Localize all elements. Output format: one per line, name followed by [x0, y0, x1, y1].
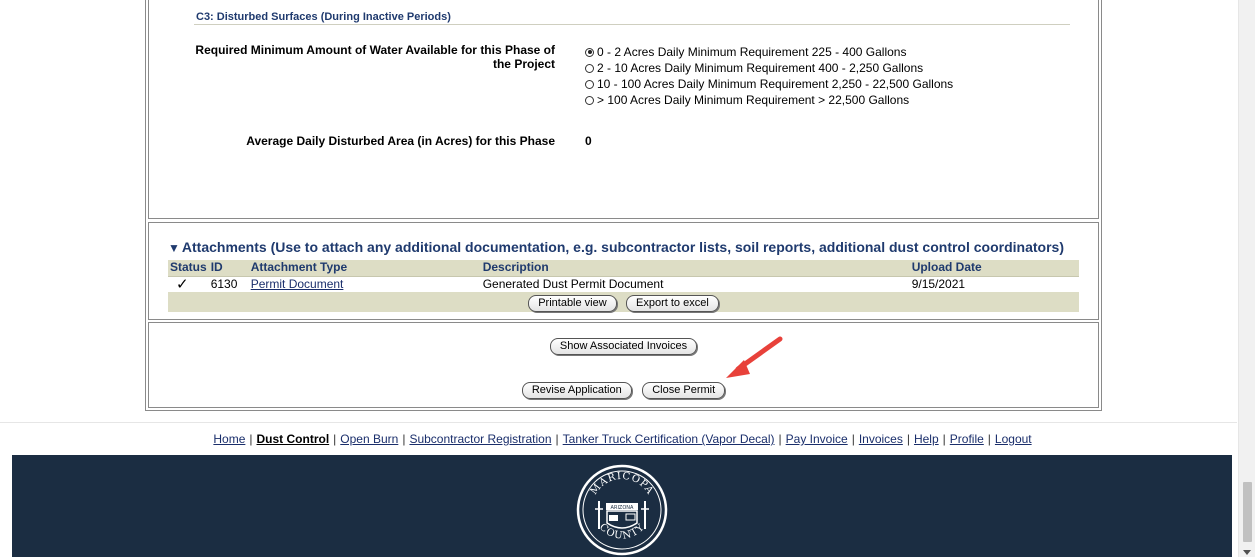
svg-text:ARIZONA: ARIZONA: [611, 505, 634, 511]
footer-link-pay-invoice[interactable]: Pay Invoice: [786, 432, 848, 446]
radio-unselected-icon[interactable]: [585, 95, 594, 105]
nav-separator: |: [778, 432, 782, 446]
column-header-attachment-type: Attachment Type: [248, 260, 481, 277]
actions-panel: Show Associated Invoices Revise Applicat…: [148, 322, 1099, 408]
permit-form-frame: C3: Disturbed Surfaces (During Inactive …: [145, 0, 1102, 411]
column-header-upload-date: Upload Date: [909, 260, 1079, 277]
footer-link-subcontractor-registration[interactable]: Subcontractor Registration: [409, 432, 551, 446]
export-to-excel-button[interactable]: Export to excel: [626, 294, 719, 312]
attachment-type-link[interactable]: Permit Document: [251, 277, 344, 291]
nav-separator: |: [333, 432, 337, 446]
footer-link-tanker-truck-certification[interactable]: Tanker Truck Certification (Vapor Decal): [563, 432, 775, 446]
footer-divider: [0, 422, 1237, 423]
attachment-id: 6130: [208, 276, 249, 292]
radio-unselected-icon[interactable]: [585, 79, 594, 89]
close-permit-button[interactable]: Close Permit: [642, 382, 726, 399]
water-option-0-2-acres[interactable]: 0 - 2 Acres Daily Minimum Requirement 22…: [585, 44, 953, 60]
invoice-button-row: Show Associated Invoices: [149, 336, 1098, 355]
footer-link-logout[interactable]: Logout: [995, 432, 1032, 446]
water-requirement-label-line2: the Project: [492, 57, 555, 71]
nav-separator: |: [249, 432, 253, 446]
footer-link-home[interactable]: Home: [213, 432, 245, 446]
water-requirement-radio-group: 0 - 2 Acres Daily Minimum Requirement 22…: [585, 44, 953, 108]
attachments-table: Status ID Attachment Type Description Up…: [168, 260, 1079, 312]
water-option-label: 2 - 10 Acres Daily Minimum Requirement 4…: [597, 61, 924, 75]
column-header-description: Description: [480, 260, 910, 277]
water-requirement-label: Required Minimum Amount of Water Availab…: [175, 43, 555, 71]
scroll-down-arrow-icon[interactable]: [1243, 550, 1251, 555]
printable-view-button[interactable]: Printable view: [528, 294, 617, 312]
attachments-heading[interactable]: ▼ Attachments (Use to attach any addition…: [168, 239, 1064, 255]
table-footer-cell: Printable view Export to excel: [168, 292, 1079, 312]
table-footer-row: Printable view Export to excel: [168, 292, 1079, 312]
table-row: ✓ 6130 Permit Document Generated Dust Pe…: [168, 276, 1079, 292]
section-divider: [194, 24, 1070, 25]
svg-text:COUNTY: COUNTY: [597, 522, 647, 542]
footer-nav: Home | Dust Control | Open Burn | Subcontracto…: [0, 432, 1245, 446]
radio-selected-icon[interactable]: [585, 47, 594, 57]
county-footer-banner: MARICOPA COUNTY ARIZONA: [12, 455, 1232, 557]
c3-section-panel: C3: Disturbed Surfaces (During Inactive …: [148, 0, 1099, 219]
revise-application-button[interactable]: Revise Application: [521, 382, 632, 399]
attachment-type-cell: Permit Document: [248, 276, 481, 292]
footer-link-invoices[interactable]: Invoices: [859, 432, 903, 446]
nav-separator: |: [942, 432, 946, 446]
footer-link-open-burn[interactable]: Open Burn: [340, 432, 398, 446]
water-option-10-100-acres[interactable]: 10 - 100 Acres Daily Minimum Requirement…: [585, 76, 953, 92]
attachments-panel: ▼ Attachments (Use to attach any addition…: [148, 222, 1099, 320]
table-header-row: Status ID Attachment Type Description Up…: [168, 260, 1079, 277]
maricopa-county-seal-icon: MARICOPA COUNTY ARIZONA: [576, 464, 668, 556]
footer-link-profile[interactable]: Profile: [950, 432, 984, 446]
column-header-status: Status: [168, 260, 209, 277]
show-associated-invoices-button[interactable]: Show Associated Invoices: [549, 338, 698, 355]
disturbed-area-value: 0: [585, 134, 592, 148]
status-checkmark-icon: ✓: [168, 276, 209, 292]
nav-separator: |: [906, 432, 910, 446]
footer-link-help[interactable]: Help: [914, 432, 939, 446]
water-option-label: 0 - 2 Acres Daily Minimum Requirement 22…: [597, 45, 907, 59]
disturbed-area-label: Average Daily Disturbed Area (in Acres) …: [246, 134, 555, 148]
vertical-scrollbar[interactable]: [1238, 0, 1255, 557]
nav-separator: |: [402, 432, 406, 446]
water-option-label: 10 - 100 Acres Daily Minimum Requirement…: [597, 77, 954, 91]
svg-text:MARICOPA: MARICOPA: [589, 471, 656, 497]
nav-separator: |: [987, 432, 991, 446]
nav-separator: |: [851, 432, 855, 446]
collapse-triangle-icon[interactable]: ▼: [168, 241, 180, 255]
section-title: C3: Disturbed Surfaces (During Inactive …: [196, 11, 451, 23]
permit-action-button-row: Revise Application Close Permit: [149, 380, 1098, 399]
water-option-over-100-acres[interactable]: > 100 Acres Daily Minimum Requirement > …: [585, 92, 953, 108]
water-option-2-10-acres[interactable]: 2 - 10 Acres Daily Minimum Requirement 4…: [585, 60, 953, 76]
attachments-title: Attachments (Use to attach any additiona…: [181, 239, 1064, 255]
column-header-id: ID: [208, 260, 249, 277]
nav-separator: |: [555, 432, 559, 446]
water-requirement-label-line1: Required Minimum Amount of Water Availab…: [195, 43, 555, 57]
attachment-description: Generated Dust Permit Document: [480, 276, 910, 292]
attachment-upload-date: 9/15/2021: [909, 276, 1079, 292]
water-option-label: > 100 Acres Daily Minimum Requirement > …: [597, 93, 910, 107]
scrollbar-thumb[interactable]: [1243, 482, 1252, 542]
radio-unselected-icon[interactable]: [585, 63, 594, 73]
footer-link-dust-control[interactable]: Dust Control: [257, 432, 330, 446]
annotation-arrow-icon: [726, 336, 783, 378]
